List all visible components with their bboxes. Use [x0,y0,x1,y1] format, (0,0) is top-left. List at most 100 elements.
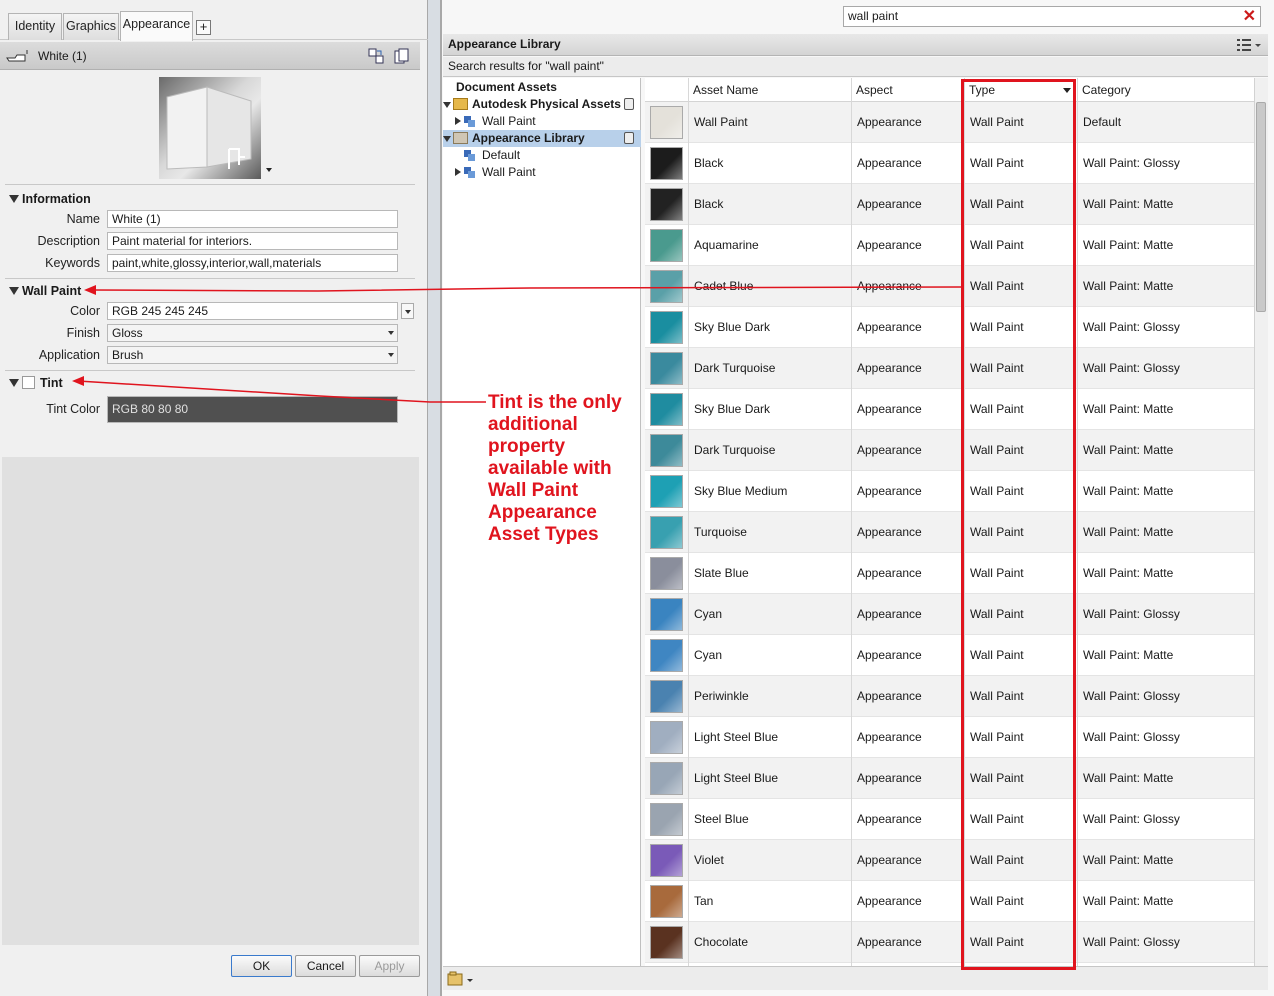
collapse-tint-icon[interactable] [9,379,19,387]
cell-category: Wall Paint: Matte [1083,443,1174,457]
keywords-field[interactable]: paint,white,glossy,interior,wall,materia… [107,254,398,272]
column-aspect[interactable]: Aspect [851,78,964,102]
tree-item-appearance-library[interactable]: Appearance Library [443,130,641,147]
table-row[interactable]: Sky Blue Dark Appearance Wall Paint Wall Pa… [645,307,1254,348]
table-row[interactable]: Violet Appearance Wall Paint Wall Paint: Ma… [645,840,1254,881]
table-row[interactable]: Dark Turquoise Appearance Wall Paint Wall P… [645,430,1254,471]
column-type[interactable]: Type [964,78,1077,102]
cancel-button[interactable]: Cancel [295,955,356,977]
lock-icon [624,132,634,144]
open-library-icon[interactable] [447,971,473,987]
tint-section-title: Tint [40,376,63,390]
duplicate-asset-icon[interactable] [394,48,410,64]
tree-item-wall-paint[interactable]: Wall Paint [443,113,641,130]
table-row[interactable]: Sky Blue Dark Appearance Wall Paint Wall Pa… [645,389,1254,430]
preview-dropdown-icon[interactable] [266,168,272,172]
cell-aspect: Appearance [857,197,922,211]
clear-search-icon[interactable]: ✕ [1243,7,1256,26]
asset-swatch [650,188,683,221]
cell-aspect: Appearance [857,115,922,129]
expand-arrow-icon[interactable] [443,102,451,108]
table-row[interactable]: Steel Blue Appearance Wall Paint Wall Paint… [645,799,1254,840]
description-field[interactable]: Paint material for interiors. [107,232,398,250]
tree-item-default[interactable]: Default [443,147,641,164]
tint-checkbox[interactable] [22,376,35,389]
cell-category: Wall Paint: Glossy [1083,689,1180,703]
cell-asset-name: Black [694,197,724,211]
scrollbar-thumb[interactable] [1256,102,1266,312]
empty-properties-area [2,457,419,945]
column-divider [688,78,689,966]
tree-item-autodesk-physical-assets[interactable]: Autodesk Physical Assets [443,96,641,113]
expand-arrow-icon[interactable] [443,136,451,142]
asset-swatch [650,434,683,467]
material-editor-panel: Identity Graphics Appearance + White (1)… [0,0,428,996]
cell-category: Wall Paint: Matte [1083,525,1174,539]
category-icon [464,167,476,179]
table-row[interactable]: Cadet Blue Appearance Wall Paint Wall Paint… [645,266,1254,307]
table-row[interactable]: Black Appearance Wall Paint Wall Paint: Mat… [645,184,1254,225]
cell-category: Wall Paint: Matte [1083,566,1174,580]
panel-splitter[interactable] [428,0,441,996]
sort-arrow-icon [1063,88,1071,93]
table-row[interactable]: Sky Blue Medium Appearance Wall Paint Wall … [645,471,1254,512]
finish-label: Finish [66,326,100,340]
cell-category: Wall Paint: Glossy [1083,730,1180,744]
tab-appearance[interactable]: Appearance [120,11,193,41]
color-field[interactable]: RGB 245 245 245 [107,302,398,320]
vertical-scrollbar[interactable] [1254,78,1268,966]
ok-button[interactable]: OK [231,955,292,977]
cell-type: Wall Paint [970,648,1024,662]
column-divider [851,78,852,966]
asset-swatch [650,885,683,918]
table-row[interactable]: Dark Turquoise Appearance Wall Paint Wall P… [645,348,1254,389]
application-value: Brush [112,348,144,362]
table-row[interactable]: Slate Blue Appearance Wall Paint Wall Paint… [645,553,1254,594]
asset-name-title: White (1) [38,49,87,63]
expand-arrow-icon[interactable] [455,117,461,125]
table-row[interactable]: Tan Appearance Wall Paint Wall Paint: Matte [645,881,1254,922]
table-row[interactable]: Cyan Appearance Wall Paint Wall Paint: Matt… [645,635,1254,676]
search-input[interactable]: wall paint ✕ [843,6,1261,27]
table-row[interactable]: Periwinkle Appearance Wall Paint Wall Paint… [645,676,1254,717]
table-row[interactable]: Light Steel Blue Appearance Wall Paint Wall… [645,758,1254,799]
table-row[interactable]: Wall Paint Appearance Wall Paint Default [645,102,1254,143]
chevron-down-icon [388,331,394,335]
tint-color-field[interactable]: RGB 80 80 80 [107,396,398,423]
tree-item-document-assets[interactable]: Document Assets [443,79,641,96]
column-asset-name[interactable]: Asset Name [688,78,851,102]
asset-preview-thumbnail[interactable] [159,77,261,179]
cell-type: Wall Paint [970,484,1024,498]
table-row[interactable]: Chocolate Appearance Wall Paint Wall Paint:… [645,922,1254,963]
table-row[interactable]: Aquamarine Appearance Wall Paint Wall Paint… [645,225,1254,266]
cell-asset-name: Periwinkle [694,689,749,703]
cell-asset-name: Cyan [694,648,723,662]
cell-type: Wall Paint [970,320,1024,334]
cell-category: Wall Paint: Matte [1083,197,1174,211]
color-dropdown-button[interactable] [401,303,414,319]
expand-arrow-icon[interactable] [455,168,461,176]
collapse-wall-paint-icon[interactable] [9,287,19,295]
cell-asset-name: Turquoise [694,525,747,539]
cell-category: Wall Paint: Glossy [1083,156,1180,170]
name-field[interactable]: White (1) [107,210,398,228]
add-tab-button[interactable]: + [196,20,211,35]
tree-item-wall-paint[interactable]: Wall Paint [443,164,641,181]
table-row[interactable]: Cyan Appearance Wall Paint Wall Paint: Glos… [645,594,1254,635]
asset-swatch [650,721,683,754]
finish-select[interactable]: Gloss [107,324,398,342]
cell-asset-name: Light Steel Blue [694,730,779,744]
view-options-icon[interactable] [1236,37,1264,53]
replace-asset-icon[interactable] [368,48,384,64]
column-category[interactable]: Category [1077,78,1254,102]
tab-identity[interactable]: Identity [8,13,62,40]
application-select[interactable]: Brush [107,346,398,364]
collapse-information-icon[interactable] [9,195,19,203]
cell-category: Default [1083,115,1122,129]
apply-button[interactable]: Apply [359,955,420,977]
cell-aspect: Appearance [857,320,922,334]
table-row[interactable]: Light Steel Blue Appearance Wall Paint Wall… [645,717,1254,758]
table-row[interactable]: Turquoise Appearance Wall Paint Wall Paint:… [645,512,1254,553]
table-row[interactable]: Black Appearance Wall Paint Wall Paint: Glo… [645,143,1254,184]
tab-graphics[interactable]: Graphics [63,13,119,40]
